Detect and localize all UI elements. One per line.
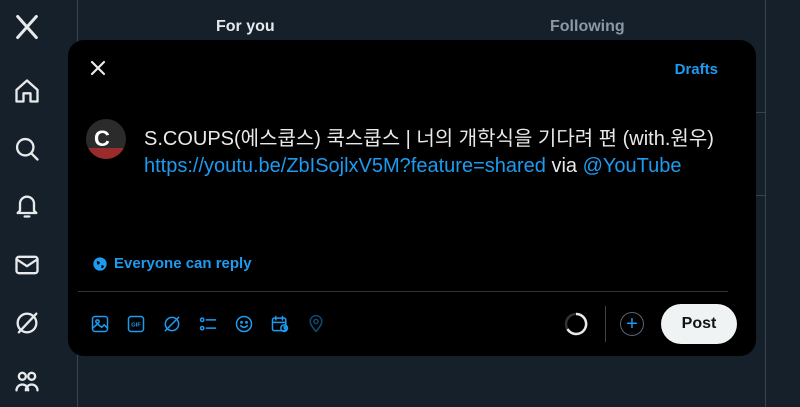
notifications-icon[interactable] [12,191,42,221]
close-button[interactable] [86,56,110,80]
drafts-button[interactable]: Drafts [675,61,718,78]
schedule-icon [271,315,289,333]
schedule-button[interactable] [268,312,292,336]
media-button[interactable] [88,312,112,336]
avatar[interactable]: C [86,119,126,159]
compose-textarea[interactable]: S.COUPS(에스쿱스) 쿡스쿱스 | 너의 개학식을 기다려 편 (with… [144,126,734,180]
x-logo-icon[interactable] [12,12,42,42]
communities-icon[interactable] [12,366,42,396]
reply-setting-label: Everyone can reply [114,255,252,272]
close-icon [90,60,106,76]
compose-text: S.COUPS(에스쿱스) 쿡스쿱스 | 너의 개학식을 기다려 편 (with… [144,128,714,150]
nav-rail [0,0,78,407]
compose-text-via: via [545,155,583,177]
grok-icon[interactable] [12,308,42,338]
reply-setting-button[interactable]: Everyone can reply [92,255,252,272]
poll-button[interactable] [196,312,220,336]
media-icon [91,315,109,333]
messages-icon[interactable] [12,250,42,280]
location-button[interactable] [304,312,328,336]
plus-icon: + [626,313,638,335]
emoji-button[interactable] [232,312,256,336]
search-icon[interactable] [12,134,42,164]
compose-mention[interactable]: @YouTube [583,155,682,177]
tab-following[interactable]: Following [550,18,625,36]
gif-button[interactable]: GIF [124,312,148,336]
compose-link[interactable]: https://youtu.be/ZbISojlxV5M?feature=sha… [144,155,546,177]
emoji-icon [235,315,253,333]
tab-for-you[interactable]: For you [216,18,275,36]
compose-toolbar: GIF [88,312,328,336]
globe-icon [93,256,107,271]
svg-text:GIF: GIF [131,323,141,329]
grok-icon [164,316,180,332]
poll-icon [199,317,217,331]
location-icon [309,314,323,333]
character-count-ring [564,312,588,336]
avatar-glyph: C [94,126,110,151]
home-icon[interactable] [12,76,42,106]
compose-modal: Drafts C S.COUPS(에스쿱스) 쿡스쿱스 | 너의 개학식을 기다… [68,40,756,356]
add-post-button[interactable]: + [620,312,644,336]
toolbar-divider [78,291,728,292]
post-button[interactable]: Post [661,304,737,344]
toolbar-separator [605,306,606,342]
gif-icon: GIF [127,315,145,333]
grok-button[interactable] [160,312,184,336]
